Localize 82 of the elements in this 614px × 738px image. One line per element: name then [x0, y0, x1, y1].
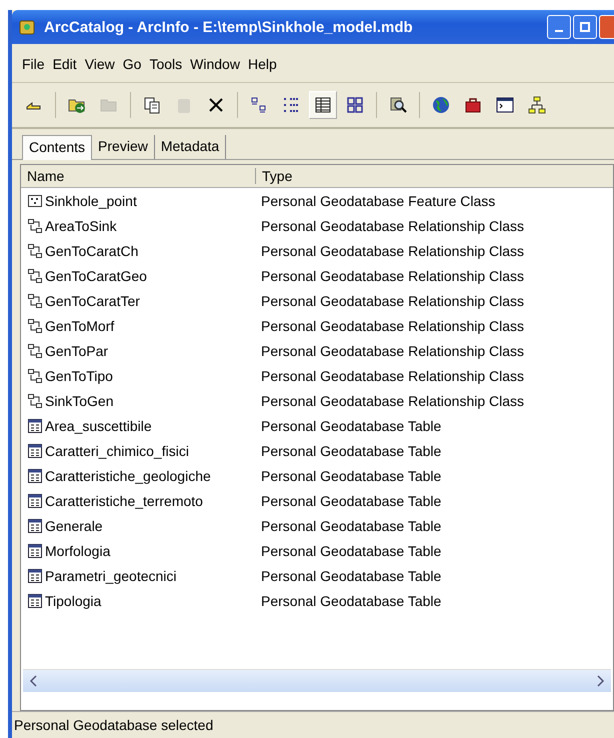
point-feature-icon: [27, 192, 43, 208]
item-type: Personal Geodatabase Relationship Class: [261, 368, 524, 384]
table-icon: [27, 542, 43, 558]
item-type: Personal Geodatabase Table: [261, 418, 442, 434]
scroll-right-icon[interactable]: [597, 675, 605, 687]
item-name[interactable]: Caratteristiche_terremoto: [45, 492, 203, 508]
relationship-icon: [27, 368, 43, 384]
toolbar-button[interactable]: [309, 91, 337, 119]
item-name[interactable]: GenToCaratTer: [45, 292, 140, 308]
item-name[interactable]: GenToMorf: [45, 318, 114, 334]
item-name[interactable]: Caratteri_chimico_fisici: [45, 442, 189, 458]
tab[interactable]: Metadata: [154, 135, 226, 159]
item-type: Personal Geodatabase Table: [261, 442, 442, 458]
item-type: Personal Geodatabase Table: [261, 542, 442, 558]
menu-item[interactable]: File: [22, 56, 51, 72]
item-type: Personal Geodatabase Relationship Class: [261, 342, 524, 358]
column-header[interactable]: Type: [256, 168, 292, 184]
relationship-icon: [27, 218, 43, 234]
item-type: Personal Geodatabase Table: [261, 518, 442, 534]
list-view-icon: [281, 95, 301, 115]
item-name[interactable]: Area_suscettibile: [45, 418, 152, 434]
item-type: Personal Geodatabase Table: [261, 492, 442, 508]
item-type: Personal Geodatabase Table: [261, 592, 442, 608]
item-type: Personal Geodatabase Relationship Class: [261, 318, 524, 334]
menu-item[interactable]: View: [84, 56, 121, 72]
item-type: Personal Geodatabase Relationship Class: [261, 392, 524, 408]
item-name[interactable]: Sinkhole_point: [45, 192, 137, 208]
menu-item[interactable]: Tools: [149, 56, 188, 72]
relationship-icon: [27, 292, 43, 308]
menu-item[interactable]: Window: [190, 56, 246, 72]
item-name[interactable]: SinkToGen: [45, 392, 114, 408]
globe-icon: [431, 95, 451, 115]
menu-item[interactable]: Go: [122, 56, 148, 72]
minimize-icon: [555, 30, 563, 32]
table-icon: [27, 518, 43, 534]
minimize-button[interactable]: [547, 15, 571, 39]
window-title: ArcCatalog - ArcInfo - E:\temp\Sinkhole_model.mdb: [44, 18, 414, 36]
table-icon: [27, 592, 43, 608]
table-icon: [27, 442, 43, 458]
horizontal-scrollbar[interactable]: [23, 669, 611, 692]
item-name[interactable]: GenToPar: [45, 342, 108, 358]
item-type: Personal Geodatabase Table: [261, 468, 442, 484]
item-type: Personal Geodatabase Relationship Class: [261, 242, 524, 258]
copy-icon: [142, 95, 162, 115]
item-name[interactable]: GenToCaratCh: [45, 242, 138, 258]
relationship-icon: [27, 242, 43, 258]
item-type: Personal Geodatabase Relationship Class: [261, 218, 524, 234]
item-name[interactable]: GenToCaratGeo: [45, 268, 147, 284]
table-icon: [27, 568, 43, 584]
item-name[interactable]: GenToTipo: [45, 368, 113, 384]
item-name[interactable]: Generale: [45, 518, 103, 534]
search-icon: [388, 95, 408, 115]
item-name[interactable]: Caratteristiche_geologiche: [45, 468, 211, 484]
tab[interactable]: Contents: [22, 135, 92, 160]
item-name[interactable]: Tipologia: [45, 592, 102, 608]
item-name[interactable]: Parametri_geotecnici: [45, 568, 177, 584]
relationship-icon: [27, 342, 43, 358]
table-icon: [27, 418, 43, 434]
item-type: Personal Geodatabase Relationship Class: [261, 292, 524, 308]
item-type: Personal Geodatabase Feature Class: [261, 192, 496, 208]
maximize-icon: [580, 22, 590, 32]
relationship-icon: [27, 392, 43, 408]
close-button[interactable]: [599, 15, 614, 39]
menu-item[interactable]: Help: [248, 56, 283, 72]
tab[interactable]: Preview: [92, 135, 155, 159]
item-name[interactable]: AreaToSink: [45, 218, 117, 234]
relationship-icon: [27, 268, 43, 284]
relationship-icon: [27, 318, 43, 334]
scroll-left-icon[interactable]: [29, 675, 37, 687]
menu-item[interactable]: Edit: [52, 56, 83, 72]
table-icon: [27, 492, 43, 508]
item-type: Personal Geodatabase Relationship Class: [261, 268, 524, 284]
model-diagram-icon: [527, 95, 547, 115]
item-name[interactable]: Morfologia: [45, 542, 110, 558]
column-header[interactable]: Name: [21, 168, 256, 184]
table-icon: [27, 468, 43, 484]
command-window-icon: [495, 95, 515, 115]
status-bar: Personal Geodatabase selected: [12, 711, 614, 738]
maximize-button[interactable]: [573, 15, 597, 39]
thumbnails-icon: [345, 95, 365, 115]
item-type: Personal Geodatabase Table: [261, 568, 442, 584]
details-view-icon: [313, 95, 333, 115]
